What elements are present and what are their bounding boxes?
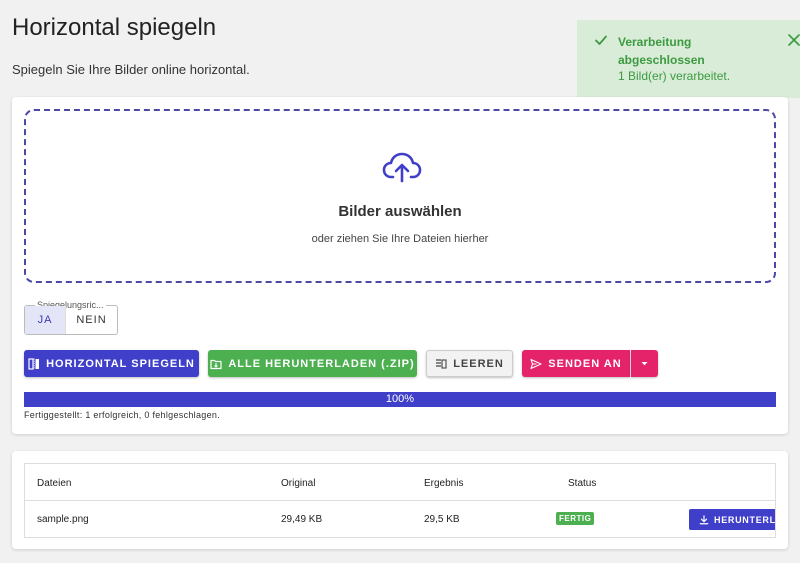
progress-label: 100% (385, 393, 415, 405)
original-size: 29,49 KB (281, 514, 323, 525)
caret-down-icon (641, 362, 648, 366)
files-card: Dateien Original Ergebnis Status sample.… (12, 451, 788, 549)
cloud-upload-icon (382, 152, 422, 183)
column-header-files: Dateien (37, 478, 72, 489)
processing-status: Fertiggestellt: 1 erfolgreich, 0 fehlges… (24, 410, 221, 420)
close-icon[interactable] (787, 33, 800, 47)
toggle-option-nein[interactable]: NEIN (65, 306, 117, 334)
result-size: 29,5 KB (424, 514, 460, 525)
row-download-label: HERUNTERLA (714, 514, 776, 525)
toast-title: Verarbeitung abgeschlossen (618, 35, 705, 67)
status-badge: FERTIG (556, 512, 595, 525)
flip-horizontal-button[interactable]: HORIZONTAL SPIEGELN (24, 350, 199, 377)
clear-button-label: LEEREN (453, 357, 504, 370)
column-header-status: Status (568, 478, 597, 489)
send-to-button[interactable]: SENDEN AN (522, 350, 630, 377)
flip-button-label: HORIZONTAL SPIEGELN (46, 357, 195, 370)
files-table: Dateien Original Ergebnis Status sample.… (24, 463, 776, 538)
column-header-original: Original (281, 478, 316, 489)
clear-list-icon (436, 358, 447, 369)
file-dropzone[interactable]: Bilder auswählen oder ziehen Sie Ihre Da… (24, 109, 776, 283)
check-icon (595, 35, 607, 45)
dropzone-title: Bilder auswählen (338, 203, 462, 220)
page-subtitle: Spiegeln Sie Ihre Bilder online horizont… (12, 62, 250, 77)
row-download-button[interactable]: HERUNTERLA (689, 509, 776, 530)
dropzone-subtitle: oder ziehen Sie Ihre Dateien hierher (311, 233, 489, 245)
toggle-option-ja[interactable]: JA (25, 306, 65, 334)
send-button-label: SENDEN AN (548, 357, 622, 370)
progress-bar: 100% (24, 392, 776, 407)
page-title: Horizontal spiegeln (12, 14, 217, 41)
column-header-result: Ergebnis (424, 478, 464, 489)
mirror-direction-toggle: Spiegelungsric... JA NEIN (24, 300, 118, 335)
download-all-label: ALLE HERUNTERLADEN (.ZIP) (228, 357, 415, 370)
header-divider (25, 500, 775, 501)
flip-icon (28, 357, 40, 370)
send-options-dropdown[interactable] (631, 350, 658, 377)
success-toast: Verarbeitung abgeschlossen 1 Bild(er) ve… (577, 20, 800, 98)
toast-message: 1 Bild(er) verarbeitet. (618, 69, 731, 83)
folder-download-icon (210, 359, 222, 369)
file-name: sample.png (37, 514, 89, 525)
download-all-zip-button[interactable]: ALLE HERUNTERLADEN (.ZIP) (208, 350, 417, 377)
upload-card: Bilder auswählen oder ziehen Sie Ihre Da… (12, 97, 788, 434)
clear-button[interactable]: LEEREN (426, 350, 513, 377)
send-icon (530, 358, 542, 369)
download-icon (699, 514, 709, 524)
